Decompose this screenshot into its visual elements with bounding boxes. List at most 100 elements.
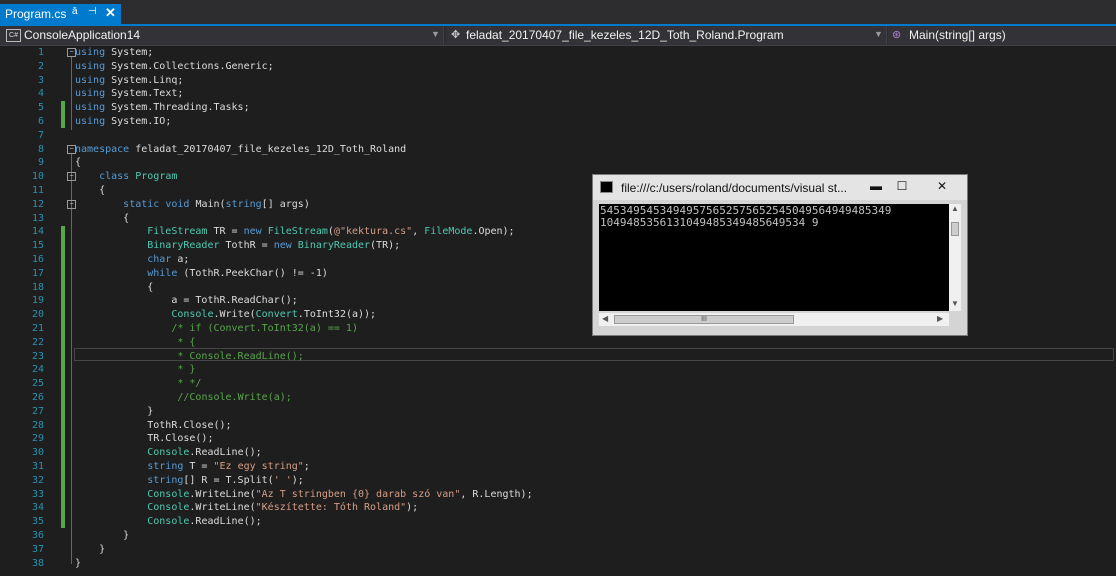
- code-token: BinaryReader: [147, 240, 220, 252]
- code-line[interactable]: string[] R = T.Split(' ');: [75, 474, 304, 488]
- tab-program-cs[interactable]: Program.cs ā ⊣ ✕: [0, 4, 121, 24]
- code-line[interactable]: }: [75, 557, 81, 571]
- code-line[interactable]: //Console.Write(a);: [75, 391, 291, 405]
- code-token: @"kektura.cs": [333, 226, 413, 238]
- code-token: FileStream: [147, 226, 208, 238]
- code-line[interactable]: {: [75, 184, 105, 198]
- code-line[interactable]: {: [75, 156, 81, 170]
- line-number: 15: [31, 240, 44, 252]
- minimize-button[interactable]: ▬: [863, 177, 889, 195]
- code-line[interactable]: }: [75, 543, 105, 557]
- class-dropdown[interactable]: ✥ feladat_20170407_file_kezeles_12D_Toth…: [446, 26, 887, 45]
- code-line[interactable]: using System.IO;: [75, 115, 171, 129]
- code-line[interactable]: * }: [75, 363, 195, 377]
- code-token: );: [291, 474, 304, 486]
- code-token: Console: [147, 488, 190, 500]
- scroll-left-icon[interactable]: ◀: [602, 314, 608, 323]
- line-number: 20: [31, 309, 44, 321]
- code-line[interactable]: {: [75, 281, 153, 295]
- line-number: 5: [37, 102, 44, 114]
- project-dropdown[interactable]: C# ConsoleApplication14 ▼: [0, 26, 444, 45]
- code-token: static: [123, 198, 160, 210]
- console-title: file:///c:/users/roland/documents/visual…: [621, 181, 848, 195]
- code-line[interactable]: }: [75, 529, 129, 543]
- code-token: /* if (Convert.ToInt32(a) == 1): [171, 323, 358, 334]
- member-dropdown[interactable]: ⊛ Main(string[] args): [888, 26, 1116, 45]
- horizontal-scroll-thumb[interactable]: III: [614, 315, 794, 324]
- close-button[interactable]: ✕: [925, 177, 959, 195]
- line-number: 11: [31, 185, 44, 196]
- code-token: using: [75, 60, 106, 72]
- line-number: 38: [31, 557, 44, 569]
- code-line[interactable]: TothR.Close();: [75, 419, 231, 433]
- close-icon[interactable]: ✕: [105, 5, 116, 21]
- code-line[interactable]: BinaryReader TothR = new BinaryReader(TR…: [75, 239, 400, 253]
- code-line[interactable]: FileStream TR = new FileStream(@"kektura…: [75, 225, 514, 239]
- code-token: System.Collections.Generic;: [105, 60, 274, 72]
- code-token: namespace: [75, 143, 130, 155]
- code-line[interactable]: while (TothR.PeekChar() != -1): [75, 267, 328, 281]
- scroll-right-icon[interactable]: ▶: [937, 314, 943, 323]
- code-token: {: [75, 281, 154, 293]
- code-line[interactable]: a = TothR.ReadChar();: [75, 294, 297, 308]
- scroll-down-icon[interactable]: ▼: [951, 299, 959, 308]
- code-token: using: [75, 47, 106, 58]
- code-token: }: [75, 405, 154, 417]
- line-number: 10: [31, 171, 44, 183]
- code-line[interactable]: TR.Close();: [75, 432, 213, 446]
- code-line[interactable]: using System;: [75, 46, 153, 60]
- code-token: while: [147, 267, 178, 279]
- code-line[interactable]: Console.ReadLine();: [75, 446, 261, 460]
- code-token: feladat_20170407_file_kezeles_12D_Toth_R…: [129, 143, 407, 155]
- console-window[interactable]: file:///c:/users/roland/documents/visual…: [592, 174, 968, 336]
- code-token: * }: [75, 364, 196, 376]
- code-line[interactable]: using System.Text;: [75, 87, 183, 101]
- line-number: 9: [37, 157, 44, 169]
- code-line[interactable]: Console.WriteLine("Készítette: Tóth Rola…: [75, 501, 418, 515]
- code-token: void: [165, 198, 190, 210]
- code-line[interactable]: * {: [75, 336, 195, 350]
- scroll-up-icon[interactable]: ▲: [951, 204, 959, 213]
- code-line[interactable]: * */: [75, 377, 201, 391]
- pin-icon[interactable]: ⊣: [88, 6, 97, 17]
- line-number: 19: [31, 295, 44, 307]
- code-line[interactable]: using System.Threading.Tasks;: [75, 101, 250, 115]
- code-line[interactable]: * Console.ReadLine();: [75, 350, 303, 364]
- code-line[interactable]: string T = "Ez egy string";: [75, 460, 310, 474]
- code-line[interactable]: /* if (Convert.ToInt32(a) == 1): [75, 322, 358, 336]
- vertical-scrollbar[interactable]: ▲ ▼: [949, 204, 961, 311]
- code-line[interactable]: static void Main(string[] args): [75, 198, 310, 212]
- code-line[interactable]: char a;: [75, 253, 189, 267]
- vertical-scroll-thumb[interactable]: [951, 222, 959, 236]
- maximize-button[interactable]: ☐: [889, 177, 915, 195]
- code-line[interactable]: namespace feladat_20170407_file_kezeles_…: [75, 143, 406, 157]
- line-number: 17: [31, 267, 44, 279]
- code-line[interactable]: class Program: [75, 170, 177, 184]
- code-token: char: [147, 254, 172, 265]
- code-token: Main(: [189, 198, 226, 210]
- navigation-bar: C# ConsoleApplication14 ▼ ✥ feladat_2017…: [0, 26, 1116, 46]
- console-title-bar[interactable]: file:///c:/users/roland/documents/visual…: [593, 175, 967, 200]
- code-token: {: [75, 212, 130, 224]
- code-line[interactable]: Console.ReadLine();: [75, 515, 261, 529]
- line-number: 29: [31, 433, 44, 445]
- code-line[interactable]: Console.Write(Convert.ToInt32(a));: [75, 308, 376, 322]
- code-token: ' ': [273, 474, 292, 486]
- code-token: ;: [303, 461, 310, 472]
- line-number: 7: [37, 129, 44, 141]
- code-line[interactable]: {: [75, 212, 129, 226]
- code-line[interactable]: Console.WriteLine("Az T stringben {0} da…: [75, 488, 532, 502]
- console-output-area[interactable]: 5453495453494957565257565254504956494948…: [599, 204, 949, 311]
- code-line[interactable]: using System.Linq;: [75, 74, 183, 88]
- code-token: TothR =: [219, 240, 274, 252]
- horizontal-scrollbar[interactable]: ◀ III ▶: [599, 313, 949, 326]
- change-indicator: [61, 226, 65, 528]
- code-line[interactable]: using System.Collections.Generic;: [75, 60, 274, 74]
- code-line[interactable]: }: [75, 405, 153, 419]
- code-token: .WriteLine(: [189, 488, 256, 500]
